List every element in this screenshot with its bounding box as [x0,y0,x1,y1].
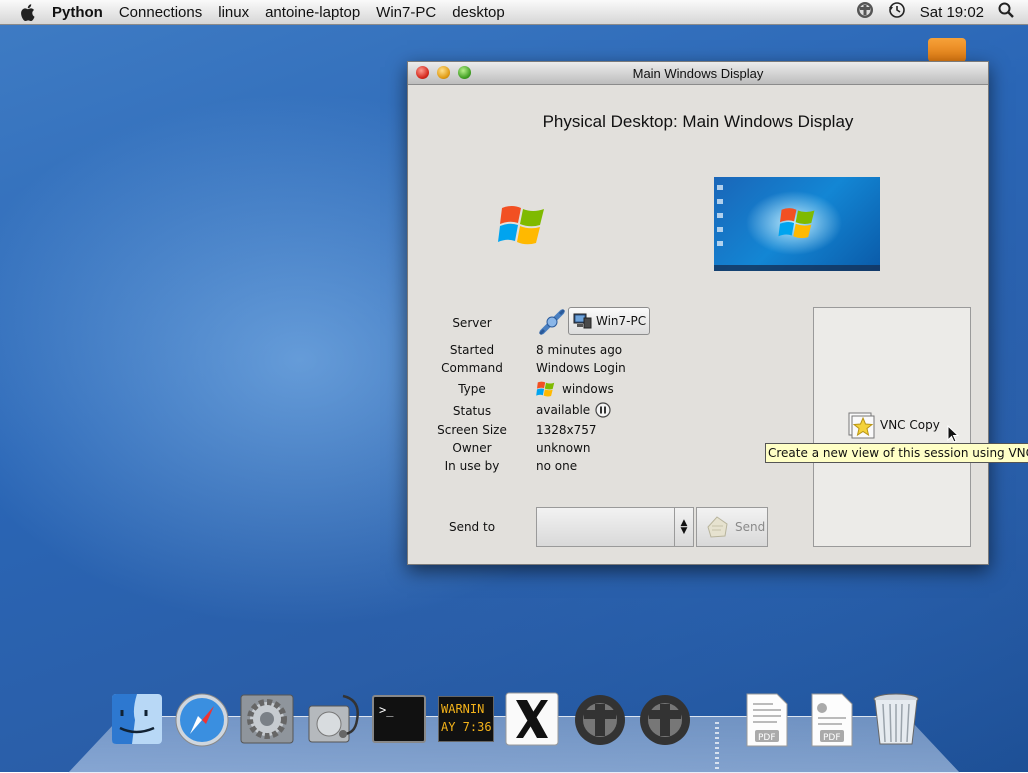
server-name: Win7-PC [596,314,647,328]
owner-label: Owner [452,441,492,455]
menu-bar: Python Connections linux antoine-laptop … [0,0,1028,25]
session-title: Physical Desktop: Main Windows Display [542,112,854,131]
status-text: available [536,403,591,417]
menu-connections[interactable]: Connections [119,4,202,21]
app-menu-python[interactable]: Python [52,4,103,21]
connect-plug-icon[interactable] [536,306,568,338]
vnc-copy-button[interactable]: VNC Copy [846,410,940,440]
thumbnail-desktop-icon [717,213,723,218]
type-label: Type [458,382,486,396]
disk-utility-icon[interactable] [303,690,361,748]
windows-logo-icon [498,202,548,252]
menu-linux[interactable]: linux [218,4,249,21]
console-line-2: AY 7:36 [441,720,492,734]
vnc-copy-label: VNC Copy [880,418,940,432]
terminal-icon[interactable]: >_ [370,690,428,748]
winswitch-tray-icon[interactable] [856,1,874,23]
menu-antoine-laptop[interactable]: antoine-laptop [265,4,360,21]
in-use-value: no one [536,459,578,473]
server-button[interactable]: Win7-PC [568,307,650,335]
command-value: Windows Login [536,361,626,375]
safari-icon[interactable] [173,690,231,748]
svg-text:PDF: PDF [758,733,776,743]
type-value: windows [536,380,614,398]
minimize-button[interactable] [437,66,450,79]
pdf-document-icon[interactable]: PDF [737,690,795,748]
thumbnail-windows-logo-icon [778,208,815,239]
windows-type-icon [536,381,555,397]
send-label: Send [735,520,766,534]
svg-text:>_: >_ [379,703,394,717]
session-window: Main Windows Display Physical Desktop: M… [407,61,989,565]
pdf-document-icon[interactable]: PDF [802,690,860,748]
thumbnail-desktop-icon [717,185,723,190]
console-screen: WARNIN AY 7:36 [438,696,494,742]
screen-size-value: 1328x757 [536,423,597,437]
started-value: 8 minutes ago [536,343,623,357]
window-titlebar[interactable]: Main Windows Display [408,62,988,85]
computer-icon [573,313,592,329]
svg-text:PDF: PDF [823,733,841,743]
select-arrows-icon: ▲ ▼ [674,508,693,546]
finder-icon[interactable] [108,690,166,748]
vnc-copy-icon [848,412,875,439]
console-icon[interactable]: WARNIN AY 7:36 [436,690,494,748]
close-button[interactable] [416,66,429,79]
external-drive-icon[interactable] [928,38,966,62]
zoom-button[interactable] [458,66,471,79]
spotlight-search-icon[interactable] [998,2,1014,22]
menu-win7-pc[interactable]: Win7-PC [376,4,436,21]
thumbnail-desktop-icon [717,227,723,232]
winswitch-icon[interactable] [636,690,694,748]
mouse-cursor-icon [947,425,959,443]
status-label: Status [452,404,492,418]
send-to-select[interactable]: ▲ ▼ [536,507,694,547]
in-use-label: In use by [444,459,500,473]
started-label: Started [449,343,495,357]
owner-value: unknown [536,441,591,455]
thumbnail-desktop-icon [717,241,723,246]
winswitch-icon[interactable] [571,690,629,748]
console-line-1: WARNIN [441,702,485,716]
menu-clock[interactable]: Sat 19:02 [920,4,984,21]
apple-icon[interactable] [20,3,36,21]
command-label: Command [441,361,503,375]
pause-icon[interactable] [595,402,611,418]
thumbnail-desktop-icon [717,199,723,204]
server-label: Server [452,316,492,330]
desktop-thumbnail[interactable] [714,177,880,271]
trash-icon[interactable] [867,690,925,748]
send-button[interactable]: Send [696,507,768,547]
dock-separator [715,722,719,770]
status-value: available [536,402,611,418]
thumbnail-taskbar [714,265,880,271]
send-icon [707,516,728,538]
vnc-copy-tooltip: Create a new view of this session using … [765,443,1028,463]
window-title: Main Windows Display [632,65,764,81]
screen-size-label: Screen Size [437,423,507,437]
time-machine-icon[interactable] [888,1,906,23]
system-preferences-icon[interactable] [238,690,296,748]
send-to-label: Send to [448,520,496,534]
x11-icon[interactable] [503,690,561,748]
menu-desktop[interactable]: desktop [452,4,505,21]
type-text: windows [562,382,614,396]
